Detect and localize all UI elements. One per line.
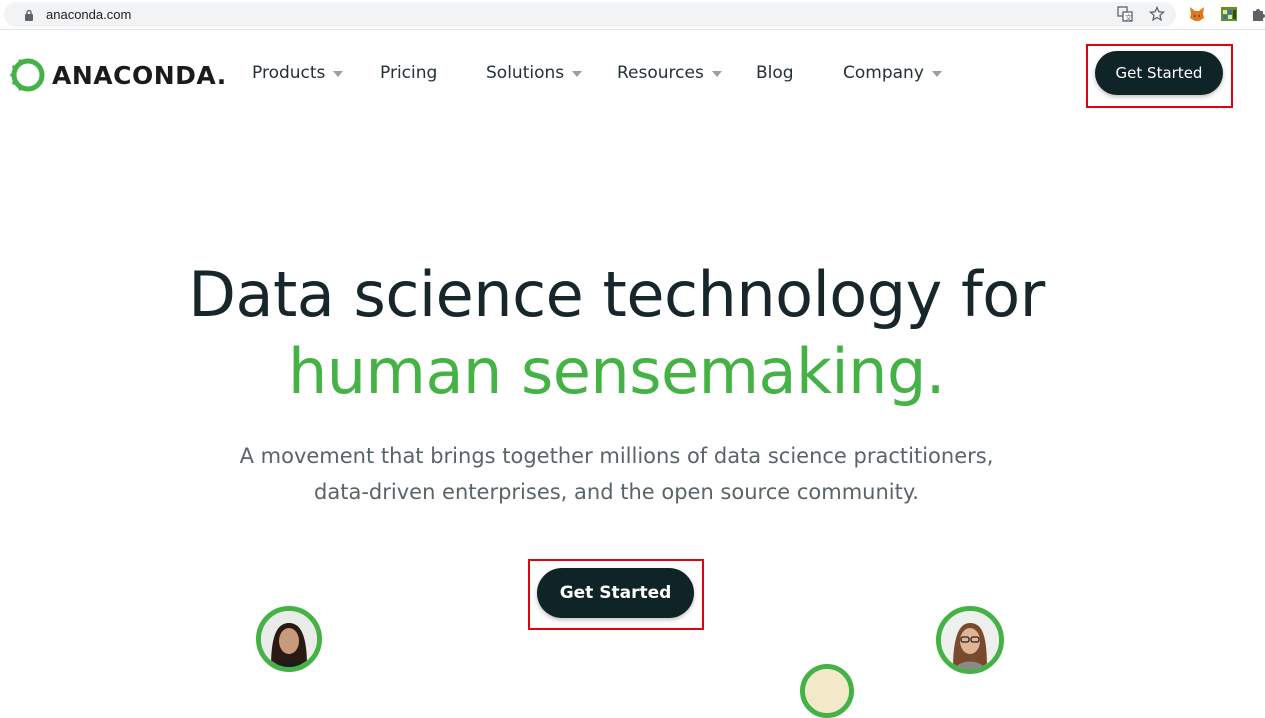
url-field[interactable]: anaconda.com — [4, 2, 1176, 27]
nav-pricing[interactable]: Pricing — [380, 63, 437, 83]
hero-title-line2: human sensemaking. — [287, 335, 946, 408]
chevron-down-icon — [333, 71, 344, 77]
logo-text: ANACONDA. — [52, 60, 227, 90]
puzzle-icon[interactable] — [1249, 4, 1265, 24]
hero-title-line1: Data science technology for — [188, 258, 1045, 331]
hero-subtitle: A movement that brings together millions… — [0, 438, 1233, 510]
nav-blog[interactable]: Blog — [756, 63, 794, 83]
nav-label: Resources — [617, 63, 704, 83]
translate-icon[interactable]: 文 — [1115, 4, 1135, 24]
star-icon[interactable] — [1147, 4, 1167, 24]
nav-label: Blog — [756, 63, 794, 83]
hero-get-started-button[interactable]: Get Started — [537, 568, 694, 618]
nav-products[interactable]: Products — [252, 63, 344, 83]
avatar — [936, 606, 1004, 674]
nav-solutions[interactable]: Solutions — [486, 63, 583, 83]
nav-resources[interactable]: Resources — [617, 63, 722, 83]
chevron-down-icon — [711, 71, 722, 77]
fox-extension-icon[interactable] — [1187, 4, 1207, 24]
chevron-down-icon — [931, 71, 942, 77]
avatar — [256, 606, 322, 672]
url-text: anaconda.com — [46, 7, 132, 22]
chevron-down-icon — [572, 71, 583, 77]
nav-company[interactable]: Company — [843, 63, 942, 83]
hero-subtitle-line2: data-driven enterprises, and the open so… — [314, 480, 919, 504]
header-get-started-button[interactable]: Get Started — [1095, 51, 1223, 95]
hero-subtitle-line1: A movement that brings together millions… — [239, 444, 994, 468]
anaconda-logo[interactable]: ANACONDA. — [10, 57, 227, 93]
nav-label: Solutions — [486, 63, 565, 83]
lock-icon — [25, 9, 33, 21]
browser-address-bar: anaconda.com 文 — [0, 0, 1265, 30]
anaconda-ring-icon — [10, 58, 45, 92]
svg-text:文: 文 — [1125, 13, 1132, 22]
nav-label: Products — [252, 63, 326, 83]
nav-label: Company — [843, 63, 924, 83]
nav-label: Pricing — [380, 63, 438, 83]
avatar — [800, 664, 854, 718]
calendar-extension-icon[interactable] — [1219, 4, 1239, 24]
